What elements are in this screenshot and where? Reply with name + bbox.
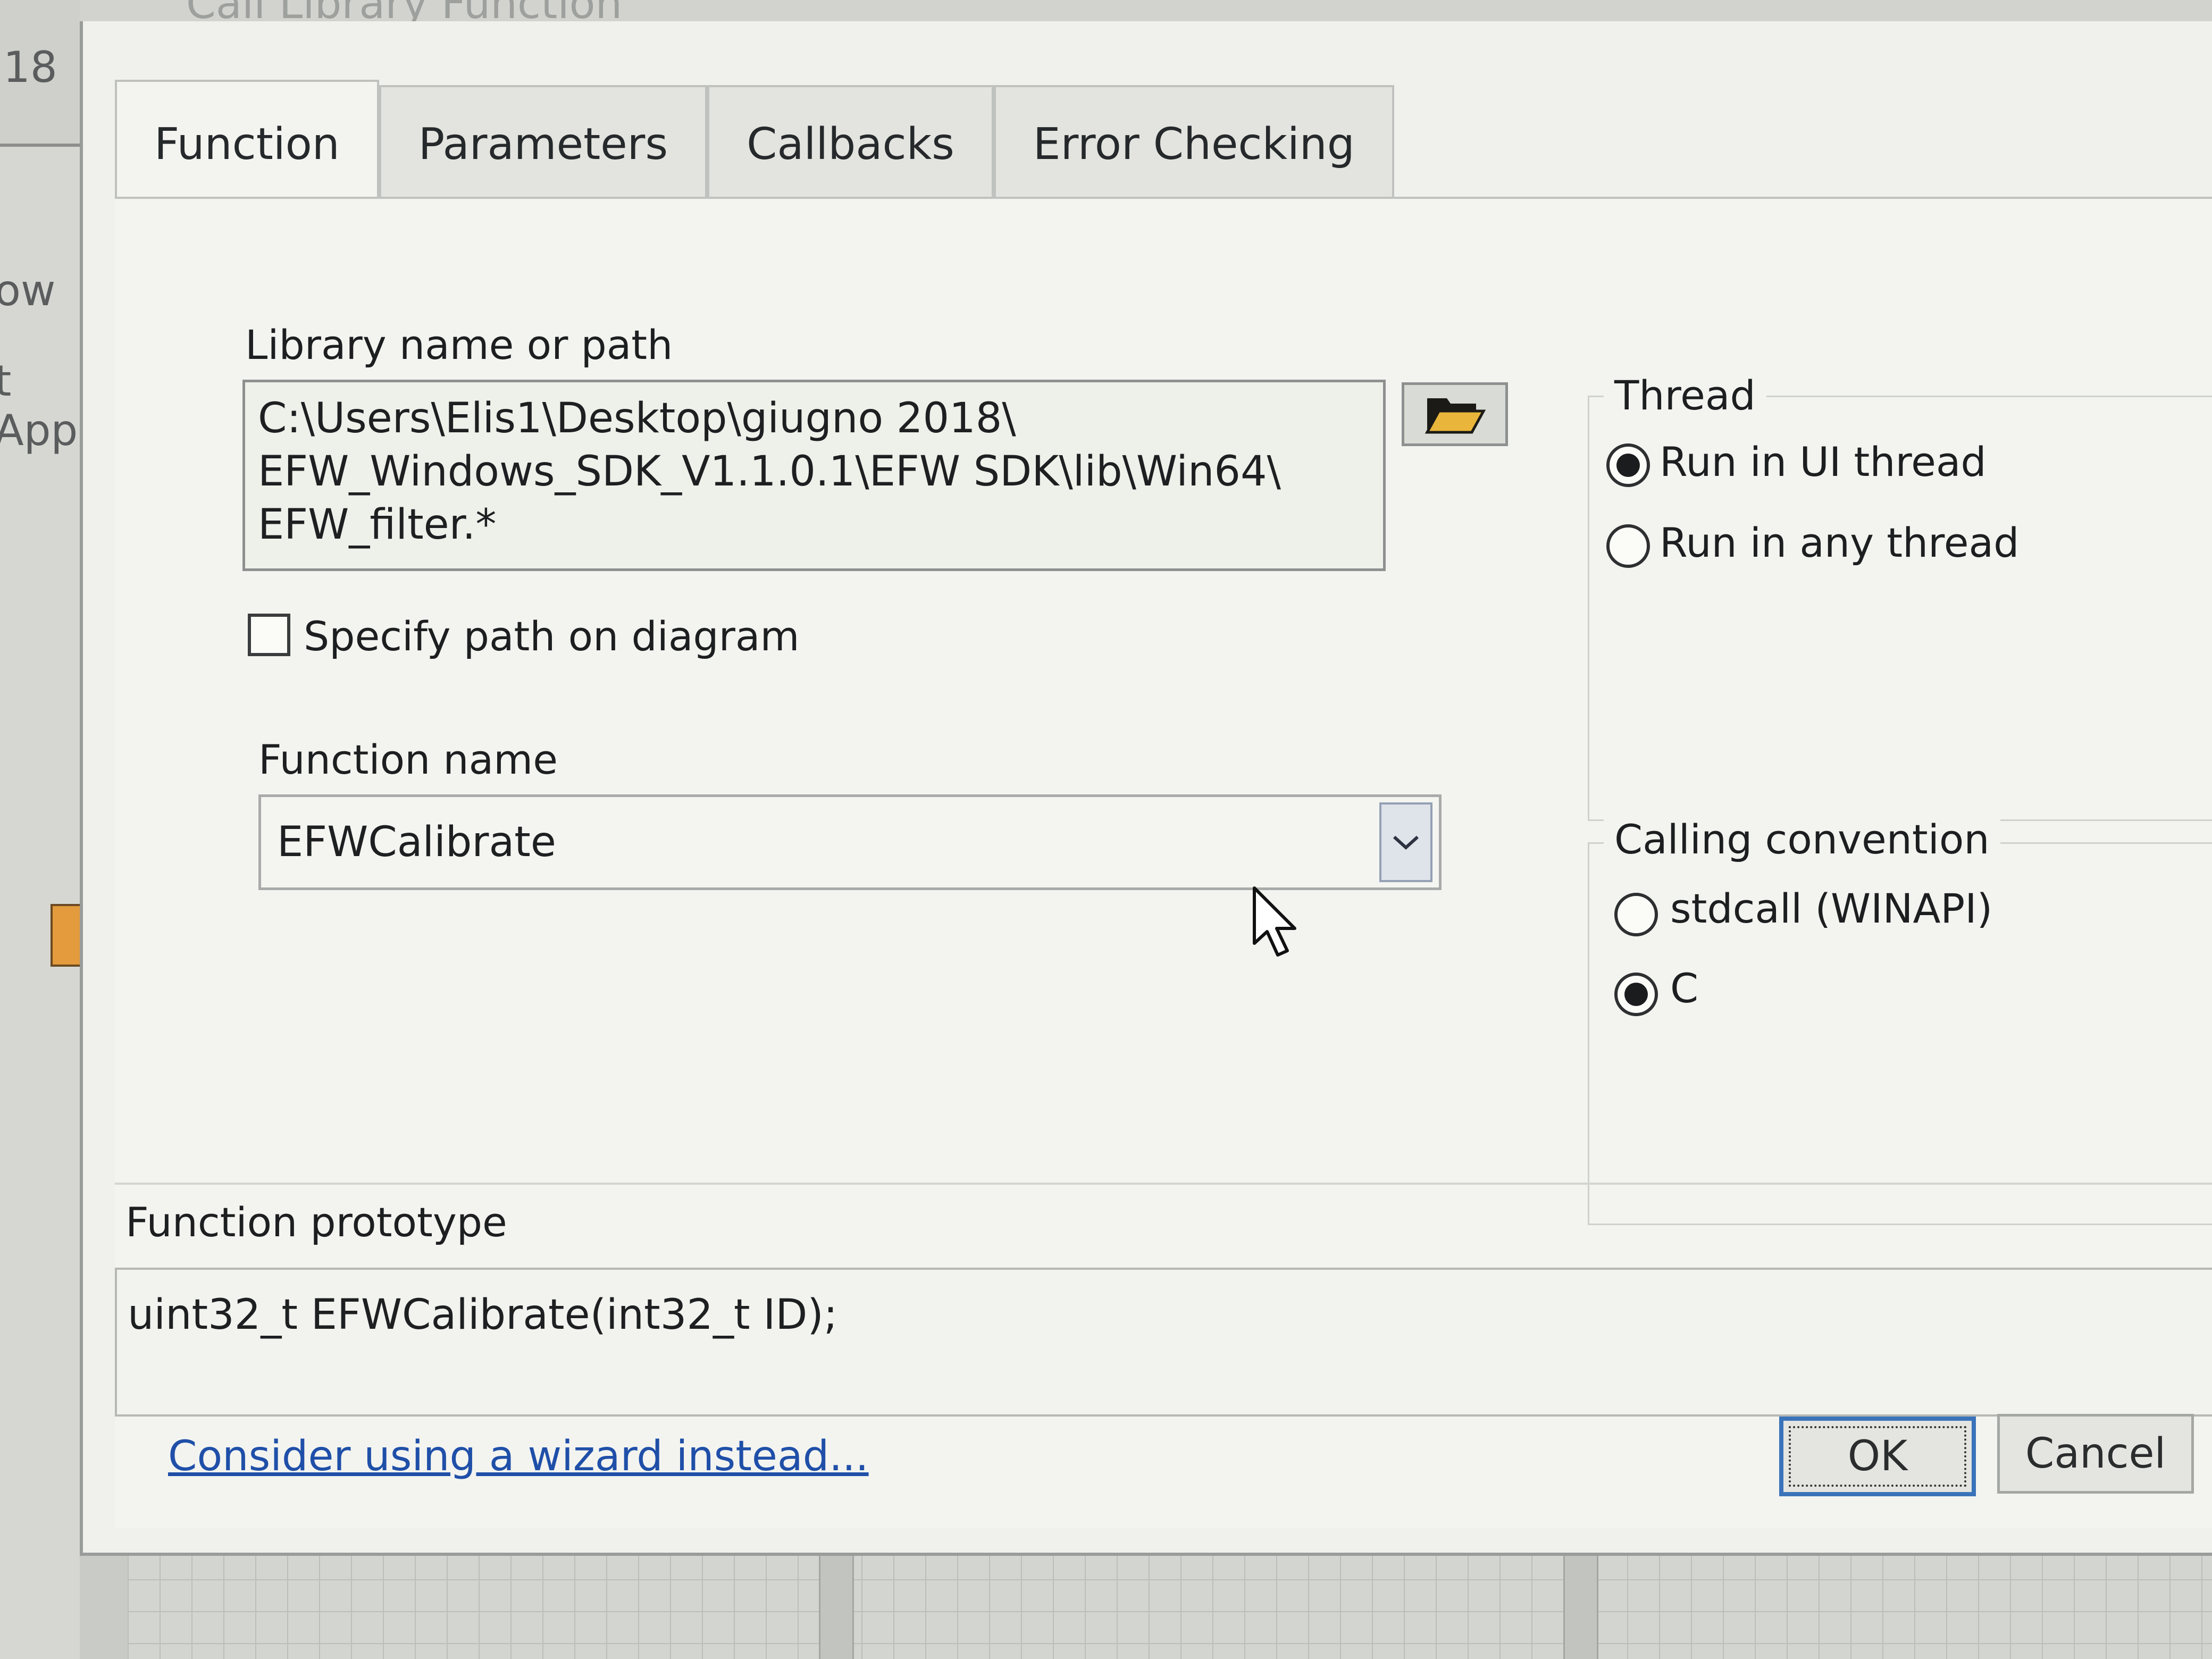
background-app-panel: 18 ow t App bbox=[0, 0, 108, 1659]
library-path-line: EFW_filter.* bbox=[258, 501, 497, 549]
function-prototype-field: uint32_t EFWCalibrate(int32_t ID); bbox=[115, 1268, 2212, 1417]
function-name-dropdown-button[interactable] bbox=[1379, 802, 1432, 882]
specify-path-label: Specify path on diagram bbox=[304, 613, 800, 660]
specify-path-checkbox[interactable] bbox=[248, 614, 290, 656]
function-name-label: Function name bbox=[258, 736, 558, 783]
run-in-any-thread-radio[interactable] bbox=[1606, 524, 1650, 568]
thread-group-label: Thread bbox=[1604, 372, 1766, 419]
background-text: ow bbox=[0, 266, 56, 315]
library-path-label: Library name or path bbox=[245, 321, 673, 368]
function-name-combobox[interactable]: EFWCalibrate bbox=[258, 794, 1442, 890]
run-in-ui-thread-label: Run in UI thread bbox=[1660, 438, 1987, 485]
wizard-link[interactable]: Consider using a wizard instead... bbox=[168, 1432, 869, 1480]
tab-callbacks[interactable]: Callbacks bbox=[707, 85, 994, 197]
prototype-separator bbox=[115, 1183, 2212, 1185]
run-in-ui-thread-radio[interactable] bbox=[1606, 443, 1650, 487]
function-tab-page: Library name or path C:\Users\Elis1\Desk… bbox=[115, 199, 2212, 1528]
mouse-cursor-icon bbox=[1253, 886, 1296, 957]
function-name-value: EFWCalibrate bbox=[277, 818, 556, 866]
background-text: 18 bbox=[3, 43, 57, 92]
background-scrollbar bbox=[1563, 1547, 1598, 1659]
chevron-down-icon bbox=[1393, 835, 1419, 850]
tab-bar: Function Parameters Callbacks Error Chec… bbox=[115, 80, 1394, 199]
browse-button[interactable] bbox=[1402, 382, 1508, 446]
function-prototype-label: Function prototype bbox=[125, 1199, 507, 1246]
function-prototype-value: uint32_t EFWCalibrate(int32_t ID); bbox=[128, 1291, 838, 1339]
c-convention-radio[interactable] bbox=[1614, 973, 1658, 1016]
call-library-function-dialog: Function Parameters Callbacks Error Chec… bbox=[80, 21, 2212, 1556]
library-path-field[interactable]: C:\Users\Elis1\Desktop\giugno 2018\ EFW_… bbox=[242, 380, 1386, 571]
background-text: t App bbox=[0, 356, 78, 455]
background-block-diagram bbox=[128, 1547, 2212, 1659]
run-in-any-thread-label: Run in any thread bbox=[1660, 519, 2020, 566]
stdcall-label: stdcall (WINAPI) bbox=[1670, 885, 1993, 932]
folder-open-icon bbox=[1425, 398, 1486, 434]
dialog-titlebar[interactable]: Call Library Function bbox=[80, 0, 2212, 28]
calling-convention-label: Calling convention bbox=[1604, 816, 2000, 863]
library-path-line: C:\Users\Elis1\Desktop\giugno 2018\ bbox=[258, 395, 1016, 442]
background-scrollbar bbox=[819, 1547, 854, 1659]
c-convention-label: C bbox=[1670, 965, 1699, 1012]
tab-parameters[interactable]: Parameters bbox=[379, 85, 708, 197]
cancel-button[interactable]: Cancel bbox=[1997, 1414, 2194, 1494]
tab-error-checking[interactable]: Error Checking bbox=[993, 85, 1394, 197]
stdcall-radio[interactable] bbox=[1614, 893, 1658, 936]
ok-button[interactable]: OK bbox=[1779, 1417, 1976, 1496]
tab-function[interactable]: Function bbox=[115, 80, 379, 199]
library-path-line: EFW_Windows_SDK_V1.1.0.1\EFW SDK\lib\Win… bbox=[258, 448, 1281, 496]
